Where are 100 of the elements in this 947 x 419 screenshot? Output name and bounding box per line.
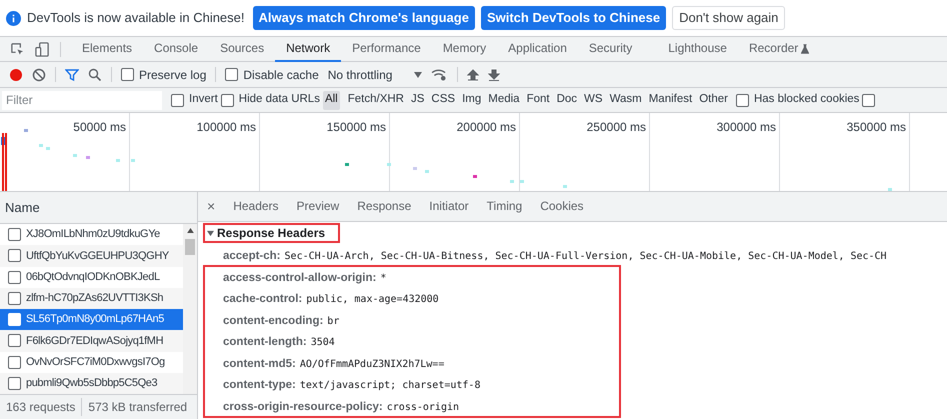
panel-tab[interactable]: Application — [497, 36, 578, 62]
filter-icon[interactable] — [65, 68, 79, 82]
request-name: OvNvOrSFC7iM0DxwvgsI7Og — [26, 354, 165, 370]
checkbox[interactable] — [220, 94, 234, 106]
detail-tab[interactable]: Timing — [478, 192, 532, 222]
header-value: cross-origin — [386, 400, 460, 415]
filter-field[interactable]: Filter — [2, 90, 162, 110]
request-name: XJ8OmILbNhm0zU9tdkuGYe — [26, 227, 160, 242]
request-row[interactable]: pubmli9Qwb5sDbbp5C5Qe3 — [0, 372, 183, 394]
header-name: access-control-allow-origin: — [223, 270, 376, 286]
checkbox[interactable] — [8, 292, 21, 305]
panel-tab[interactable]: Lighthouse — [657, 36, 738, 62]
marker-line — [5, 133, 6, 191]
banner-button[interactable]: Don't show again — [672, 6, 786, 30]
header-value: text/javascript; charset=utf-8 — [300, 379, 480, 394]
request-bar — [563, 185, 567, 188]
checkbox[interactable] — [8, 228, 21, 242]
time-tick: 50000 ms — [73, 119, 126, 136]
request-name: 06bQtOdvnqIODKnOBKJedL — [26, 270, 160, 285]
panel-tab[interactable]: Console — [143, 36, 210, 62]
request-bar — [24, 129, 28, 132]
checkbox[interactable] — [862, 94, 876, 106]
detail-tab[interactable]: Initiator — [420, 192, 478, 222]
checkbox[interactable] — [8, 356, 21, 369]
type-filter-button[interactable]: JS — [408, 90, 426, 110]
panel-tab[interactable]: Memory — [432, 36, 498, 62]
header-value: * — [380, 272, 386, 286]
network-settings-icon[interactable] — [431, 68, 448, 81]
checkbox[interactable] — [8, 270, 21, 284]
flask-icon — [801, 44, 810, 54]
type-filter-button[interactable]: Media — [486, 90, 522, 110]
checkbox[interactable] — [8, 334, 21, 348]
request-bar — [39, 144, 43, 147]
request-row[interactable]: SL56Tp0mN8y00mLp67HAn5 — [0, 309, 183, 330]
section-header[interactable]: Response Headers — [203, 223, 340, 243]
column-header[interactable]: Name — [0, 192, 197, 224]
request-row[interactable]: UftfQbYuKvGGEUHPU3QGHY — [0, 245, 183, 266]
request-row[interactable]: zlfm-hC70pZAs62UVTTI3KSh — [0, 288, 183, 309]
banner-button[interactable]: Always match Chrome's language — [252, 6, 475, 30]
device-toolbar-icon[interactable] — [35, 42, 50, 56]
time-tick: 300000 ms — [716, 119, 776, 136]
checkbox-label: Invert — [189, 92, 218, 108]
checkbox[interactable] — [736, 94, 749, 106]
upload-icon[interactable] — [467, 68, 480, 80]
checkbox-label: Has blocked cookies — [754, 92, 860, 108]
request-row[interactable]: F6lk6GDr7EDIqwASojyq1fMH — [0, 330, 183, 352]
type-filter-button[interactable]: Doc — [554, 90, 580, 110]
type-filter-button[interactable]: Img — [460, 90, 484, 110]
inspect-icon[interactable] — [10, 42, 25, 56]
panel-tab[interactable]: Security — [578, 36, 644, 62]
checkbox[interactable] — [8, 376, 21, 390]
type-filter-button[interactable]: WS — [582, 90, 605, 110]
time-tick: 150000 ms — [326, 119, 386, 136]
close-button[interactable]: × — [198, 196, 224, 217]
header-name: cache-control: — [223, 292, 302, 308]
panel-tab[interactable]: Elements — [71, 36, 144, 62]
request-bar — [116, 159, 120, 162]
panel-tab[interactable]: Recorder — [738, 36, 810, 62]
marker-line — [2, 133, 4, 191]
checkbox[interactable] — [121, 68, 134, 81]
detail-tab[interactable]: Cookies — [531, 192, 593, 222]
scrollbar[interactable] — [183, 224, 197, 394]
detail-tab[interactable]: Preview — [288, 192, 348, 222]
type-filter-button[interactable]: CSS — [429, 90, 458, 110]
banner-button[interactable]: Switch DevTools to Chinese — [480, 6, 666, 30]
clear-icon[interactable] — [32, 68, 46, 82]
request-name: F6lk6GDr7EDIqwASojyq1fMH — [26, 334, 164, 349]
type-filter-button[interactable]: Other — [697, 90, 730, 110]
checkbox[interactable] — [8, 249, 21, 262]
type-filter-button[interactable]: Fetch/XHR — [346, 90, 406, 110]
checkbox[interactable] — [171, 94, 184, 106]
request-bar — [888, 188, 892, 191]
panel-tab[interactable]: Performance — [341, 36, 432, 62]
request-bar — [473, 175, 477, 178]
type-filter-button[interactable]: Font — [524, 90, 552, 110]
request-bar — [425, 170, 429, 173]
checkbox[interactable] — [225, 68, 238, 81]
download-icon[interactable] — [488, 68, 500, 80]
detail-tab[interactable]: Response — [348, 192, 420, 222]
banner-message: DevTools is now available in Chinese! — [27, 9, 245, 28]
record-button[interactable] — [9, 68, 23, 82]
type-filter-button[interactable]: Manifest — [646, 90, 694, 110]
search-icon[interactable] — [88, 68, 102, 82]
throttling-select[interactable]: No throttling — [328, 66, 422, 84]
time-tick: 100000 ms — [196, 119, 256, 136]
header-value: public, max-age=432000 — [306, 293, 439, 308]
checkbox-label: Hide data URLs — [238, 92, 320, 108]
summary-text: 573 kB transferred — [81, 398, 194, 416]
detail-tab[interactable]: Headers — [224, 192, 288, 222]
scrollbar-thumb[interactable] — [185, 239, 195, 255]
request-bar — [131, 159, 135, 162]
checkbox-label: Disable cache — [243, 66, 319, 84]
request-bar — [413, 167, 417, 170]
request-bar — [46, 147, 50, 150]
type-filter-button[interactable]: Wasm — [608, 90, 644, 110]
time-tick: 350000 ms — [846, 119, 906, 136]
header-name: content-length: — [223, 335, 307, 350]
panel-tab[interactable]: Sources — [209, 36, 276, 62]
scroll-up-icon[interactable] — [186, 228, 194, 233]
type-filter-button[interactable]: All — [322, 90, 340, 110]
